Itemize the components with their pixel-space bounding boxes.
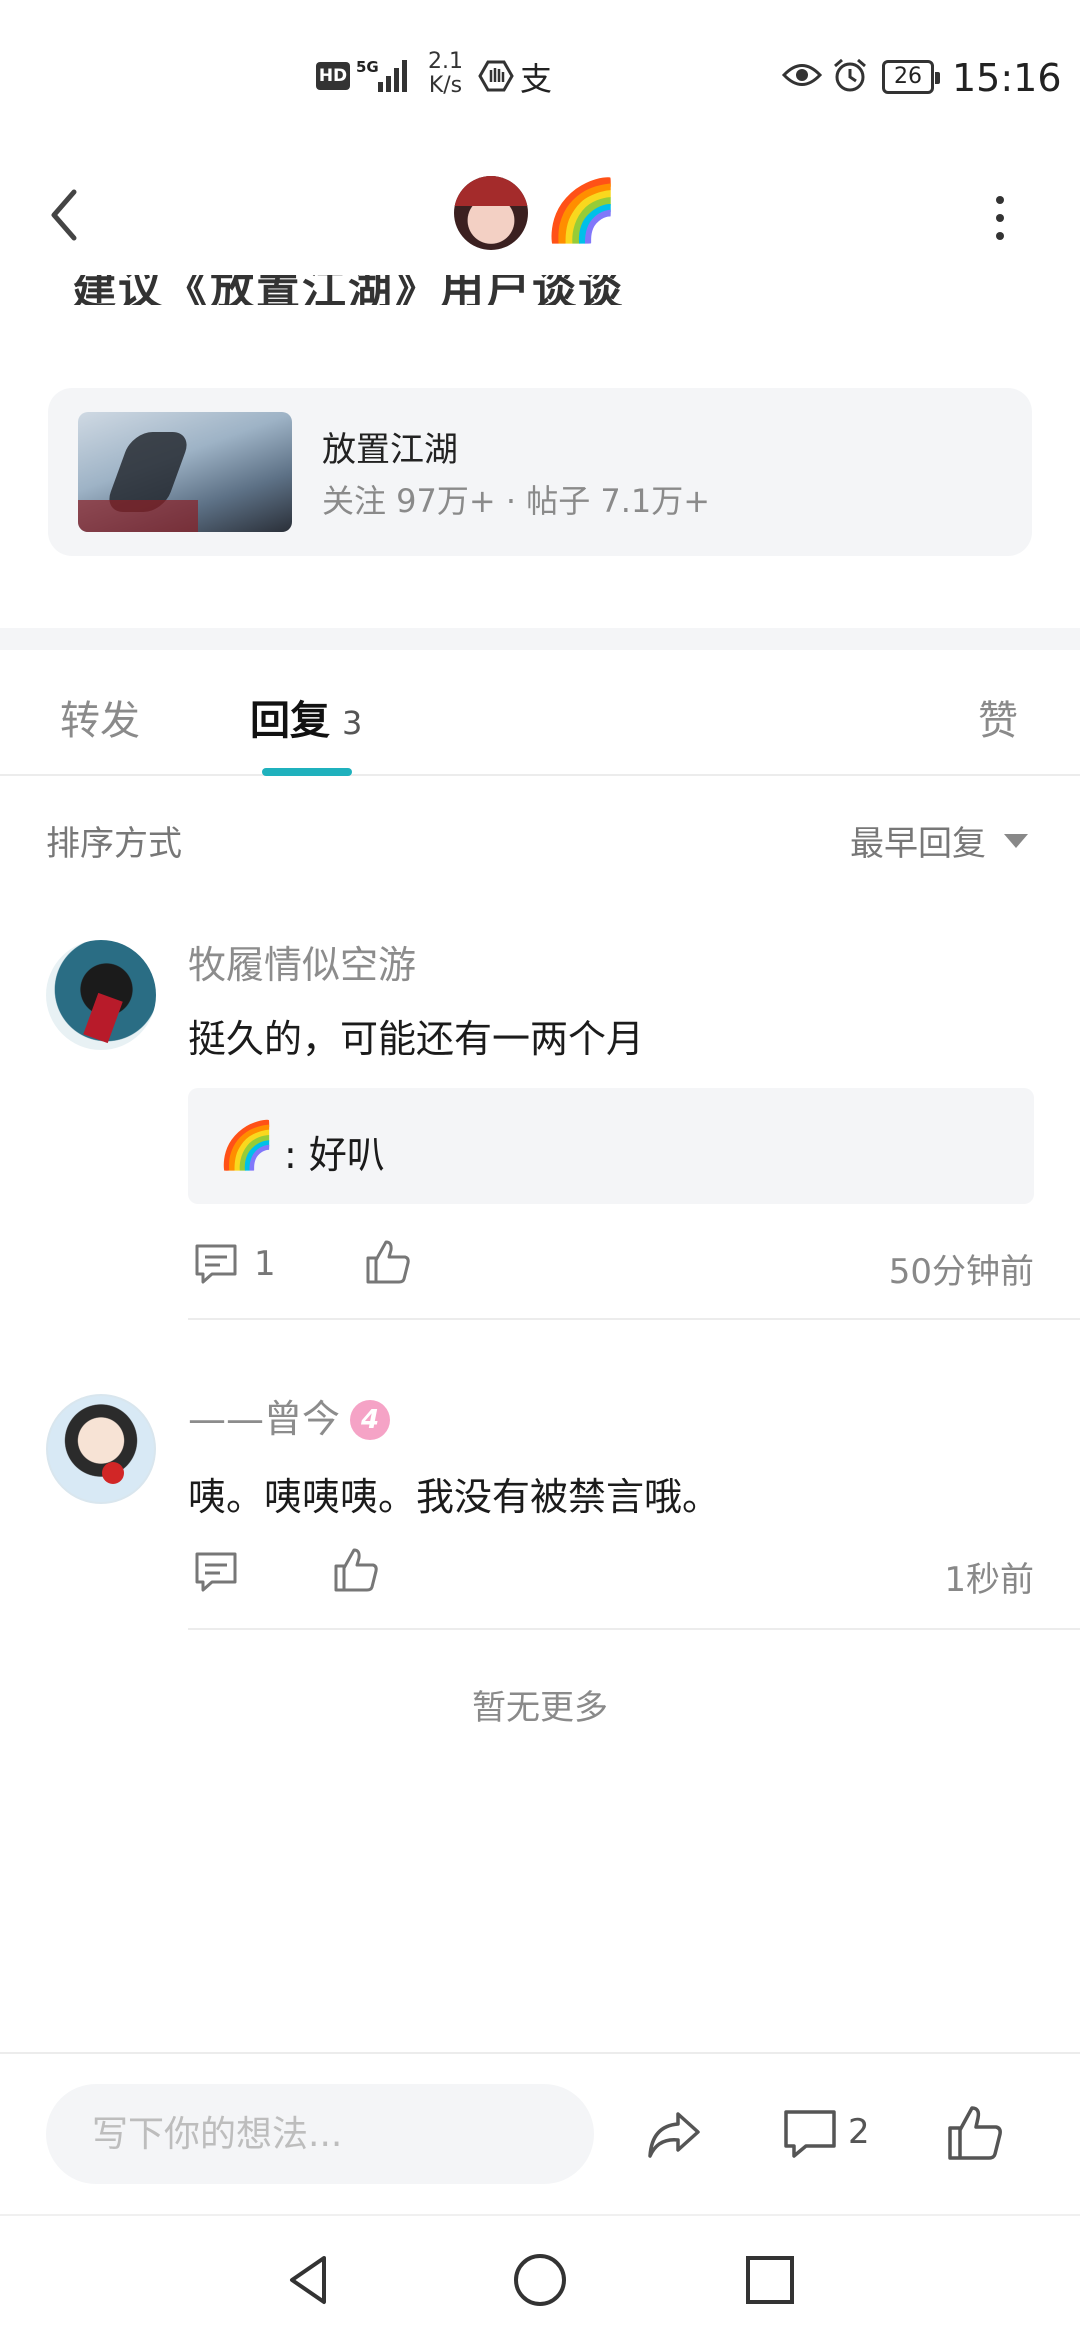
sort-dropdown[interactable]: 最早回复	[850, 816, 986, 865]
network-speed-value: 2.1	[428, 49, 463, 74]
eye-icon	[782, 64, 822, 86]
author-name[interactable]: 🌈	[544, 174, 619, 248]
sub-reply-text: : 好叭	[284, 1133, 385, 1177]
share-icon[interactable]	[644, 2104, 704, 2164]
comment-input[interactable]	[46, 2084, 594, 2184]
comment-icon[interactable]	[192, 1240, 240, 1288]
comment-item: 牧履情似空游 挺久的，可能还有一两个月 🌈 : 好叭 1 50分钟前	[0, 930, 1080, 1320]
hd-icon: HD	[316, 62, 350, 90]
topic-card[interactable]: 放置江湖 关注 97万+ · 帖子 7.1万+	[48, 388, 1032, 556]
comment-item: ——曾今 4 咦。咦咦咦。我没有被禁言哦。 1秒前	[0, 1386, 1080, 1632]
commenter-name-text: ——曾今	[188, 1397, 341, 1441]
nav-back-icon[interactable]	[280, 2250, 340, 2310]
topic-title: 放置江湖	[322, 430, 458, 470]
tab-reply-count: 3	[342, 704, 363, 742]
commenter-avatar[interactable]	[46, 1394, 156, 1504]
chevron-down-icon[interactable]	[1004, 834, 1028, 848]
section-divider	[0, 628, 1080, 650]
topic-stats: 关注 97万+ · 帖子 7.1万+	[322, 482, 711, 520]
commenter-name[interactable]: 牧履情似空游	[188, 934, 416, 989]
back-arrow-icon[interactable]	[36, 180, 96, 250]
signal-label: 5G	[356, 58, 379, 76]
post-header: 🌈	[0, 140, 1080, 290]
comment-icon[interactable]	[192, 1548, 240, 1596]
post-text-line: 建议《放置江湖》用户谈谈的，	[72, 275, 624, 305]
thumbs-up-icon[interactable]	[944, 2104, 1004, 2164]
hand-icon	[478, 60, 514, 92]
sort-row: 排序方式 最早回复	[0, 808, 1080, 868]
comment-divider	[188, 1318, 1080, 1320]
tab-reply-label: 回复	[250, 698, 330, 744]
status-bar: HD 5G 2.1 K/s 支 26 15:16	[0, 0, 1080, 140]
thumbs-up-icon[interactable]	[332, 1546, 380, 1594]
signal-icon	[378, 60, 407, 92]
commenter-avatar[interactable]	[46, 940, 156, 1050]
alipay-icon: 支	[520, 60, 553, 98]
system-nav-bar	[0, 2214, 1080, 2340]
network-speed: 2.1 K/s	[428, 50, 463, 98]
comment-divider	[188, 1628, 1080, 1630]
nav-recents-icon[interactable]	[740, 2250, 800, 2310]
topic-thumbnail	[78, 412, 292, 532]
nav-home-icon[interactable]	[510, 2250, 570, 2310]
sub-reply-author: 🌈	[218, 1118, 276, 1172]
comment-text: 咦。咦咦咦。我没有被禁言哦。	[188, 1475, 721, 1519]
comment-text: 挺久的，可能还有一两个月	[188, 1017, 645, 1061]
comment-icon[interactable]	[780, 2104, 840, 2164]
sub-reply-box[interactable]: 🌈 : 好叭	[188, 1088, 1034, 1204]
sort-label: 排序方式	[46, 824, 182, 864]
thumbs-up-icon[interactable]	[364, 1238, 412, 1286]
author-avatar[interactable]	[454, 176, 528, 250]
post-text-truncated: 建议《放置江湖》用户谈谈的，	[72, 275, 672, 305]
commenter-name[interactable]: ——曾今 4	[188, 1388, 391, 1443]
more-vertical-icon[interactable]	[980, 190, 1020, 250]
comment-count: 2	[848, 2112, 870, 2152]
comment-time: 50分钟前	[888, 1252, 1034, 1292]
battery-icon: 26	[882, 60, 940, 94]
bottom-action-bar: 2	[0, 2052, 1080, 2212]
comment-time: 1秒前	[944, 1560, 1034, 1600]
reply-count: 1	[254, 1244, 276, 1284]
alarm-icon	[834, 58, 866, 92]
tab-reply[interactable]: 回复 3	[250, 688, 362, 746]
tab-like[interactable]: 赞	[978, 688, 1018, 746]
tab-active-indicator	[262, 768, 352, 776]
tab-bar: 转发 回复 3 赞	[0, 650, 1080, 776]
level-badge: 4	[350, 1400, 391, 1440]
tab-forward[interactable]: 转发	[60, 688, 140, 746]
no-more-text: 暂无更多	[472, 1688, 608, 1728]
clock-time: 15:16	[952, 56, 1062, 100]
network-speed-unit: K/s	[428, 73, 463, 98]
